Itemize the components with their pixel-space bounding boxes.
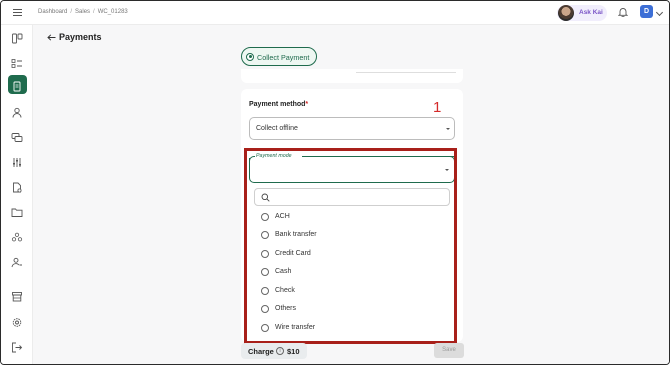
sliders-icon[interactable]: [11, 155, 23, 167]
folder-icon[interactable]: [11, 205, 23, 217]
menu-icon[interactable]: [13, 9, 22, 16]
board-icon[interactable]: [11, 31, 23, 44]
save-button[interactable]: Save: [434, 343, 464, 358]
store-icon[interactable]: [11, 289, 23, 302]
checklist-icon[interactable]: [11, 56, 23, 68]
info-icon[interactable]: i: [276, 347, 284, 355]
page-title: Payments: [59, 32, 102, 42]
chevron-down-icon[interactable]: [655, 8, 664, 17]
payment-method-select[interactable]: Collect offline: [249, 117, 455, 140]
ask-kai-button[interactable]: Ask Kai: [557, 5, 607, 21]
payment-method-label: Payment method*: [249, 101, 309, 108]
sidebar: [1, 25, 33, 364]
breadcrumb-sales[interactable]: Sales: [75, 9, 90, 15]
app-window: Dashboard / Sales / WC_01283 Ask Kai D P…: [0, 0, 670, 365]
charge-summary: Charge i $10: [241, 343, 307, 359]
invoice-icon[interactable]: [11, 79, 23, 92]
user-avatar[interactable]: D: [640, 5, 653, 18]
kai-avatar: [558, 5, 574, 21]
team-icon[interactable]: [11, 230, 23, 242]
person-icon[interactable]: [11, 105, 23, 118]
ask-kai-label: Ask Kai: [579, 9, 603, 16]
annotation-highlight-box: [244, 148, 457, 344]
dropdown-arrow-icon: [446, 128, 450, 130]
payment-method-value: Collect offline: [256, 125, 298, 132]
collect-payment-option[interactable]: Collect Payment: [241, 47, 317, 66]
chat-icon[interactable]: [11, 130, 23, 142]
logout-icon[interactable]: [11, 340, 23, 353]
radio-selected-icon: [246, 52, 254, 61]
back-arrow-icon[interactable]: [47, 34, 56, 41]
breadcrumb: Dashboard / Sales / WC_01283: [38, 9, 128, 15]
annotation-number: 1: [433, 99, 442, 116]
document-icon[interactable]: [11, 180, 23, 193]
card-top-fragment: [241, 69, 463, 83]
gear-icon[interactable]: [11, 315, 23, 327]
charge-label: Charge: [248, 346, 274, 356]
collect-payment-label: Collect Payment: [257, 52, 310, 62]
user-settings-icon[interactable]: [11, 255, 23, 268]
bell-icon[interactable]: [618, 7, 628, 17]
breadcrumb-current: WC_01283: [97, 9, 128, 15]
top-bar: Dashboard / Sales / WC_01283 Ask Kai D: [1, 1, 669, 25]
charge-amount: $10: [287, 346, 300, 356]
breadcrumb-dashboard[interactable]: Dashboard: [38, 9, 67, 15]
